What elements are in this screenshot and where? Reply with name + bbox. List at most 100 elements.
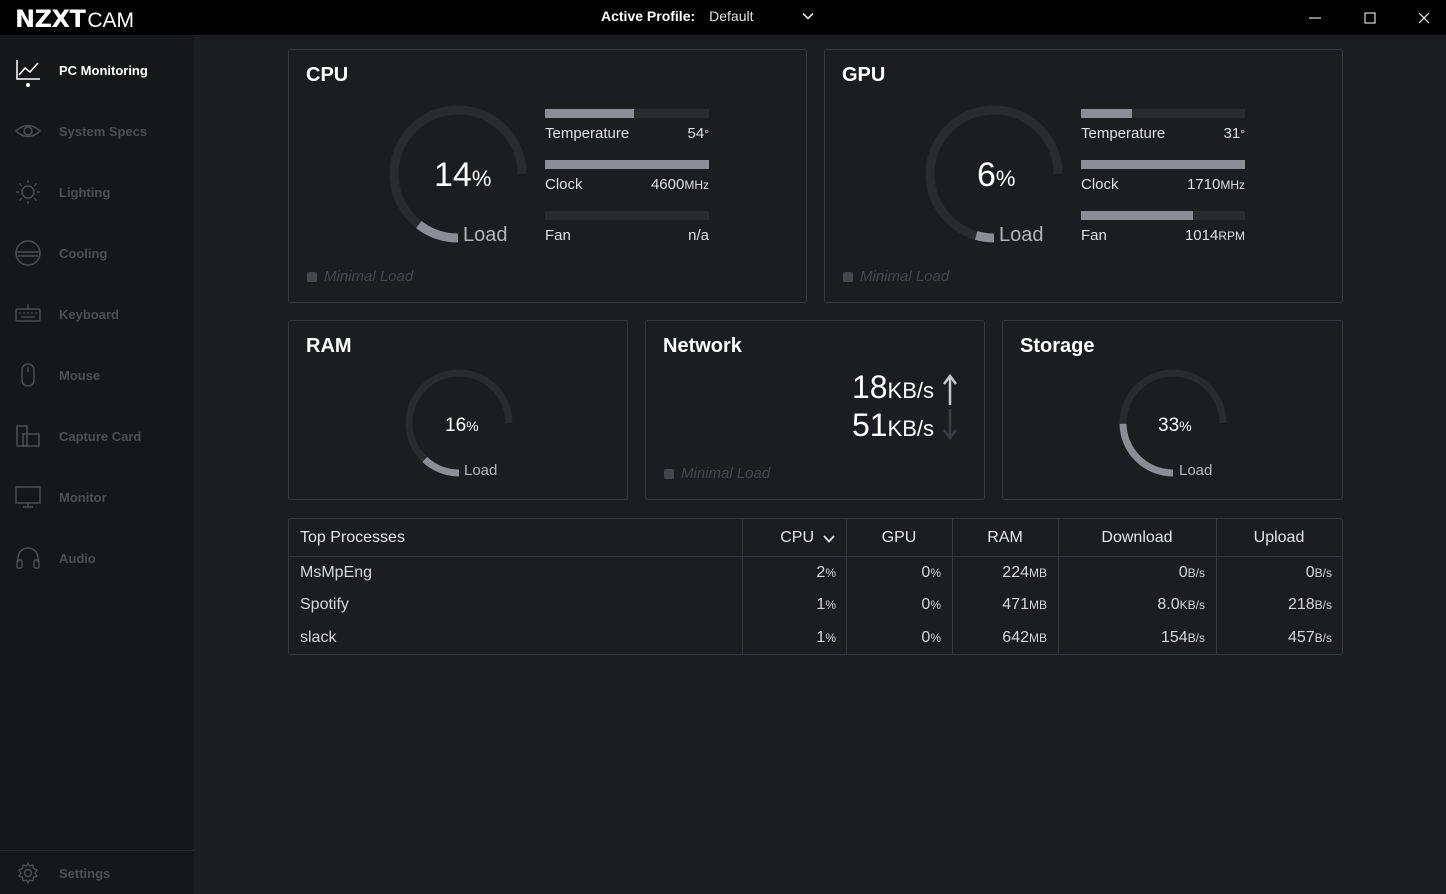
status-square-icon	[307, 271, 317, 282]
ram-load-number: 16	[445, 415, 467, 436]
storage-load-value: 33%	[1158, 415, 1192, 437]
sidebar-item-label: Capture Card	[59, 428, 142, 444]
header-ram[interactable]: RAM	[952, 529, 1058, 547]
gauge-fill	[422, 456, 460, 477]
cpu-load-value: 14%	[434, 156, 491, 195]
headset-icon	[16, 547, 40, 569]
network-title: Network	[663, 335, 742, 357]
nzxt-cam-logo: NZXT CAM	[15, 5, 134, 33]
storage-load-number: 33	[1158, 415, 1180, 436]
gpu-fan-number: 1014	[1184, 227, 1219, 244]
cell-unit: MB	[1029, 598, 1047, 612]
sidebar-item-lighting[interactable]: Lighting	[0, 172, 194, 212]
cpu-clock-number: 4600	[650, 176, 685, 193]
gpu-temperature-number: 31	[1223, 125, 1241, 142]
sidebar-item-mouse[interactable]: Mouse	[0, 355, 194, 395]
cell-gpu: 0%	[846, 629, 941, 647]
gear-icon	[18, 861, 38, 885]
network-card: Network 18KB/s 51KB/s Minimal Load	[645, 320, 985, 500]
cpu-clock-value: 4600MHz	[609, 176, 709, 193]
bar-fill	[1081, 109, 1132, 118]
sidebar-item-audio[interactable]: Audio	[0, 538, 194, 578]
sidebar-item-monitor[interactable]: Monitor	[0, 477, 194, 517]
cell-unit: B/s	[1314, 566, 1332, 580]
sidebar-item-keyboard[interactable]: Keyboard	[0, 294, 194, 334]
cell-unit: %	[930, 566, 941, 580]
sun-icon	[16, 180, 40, 204]
storage-title: Storage	[1020, 335, 1095, 357]
download-arrow-icon	[943, 409, 957, 441]
gpu-status-text: Minimal Load	[860, 268, 950, 285]
ram-load-unit: %	[466, 418, 479, 434]
gpu-title: GPU	[842, 64, 886, 86]
storage-load-unit: %	[1179, 418, 1192, 434]
cell-gpu: 0%	[846, 564, 941, 582]
cell-ram: 642MB	[952, 629, 1047, 647]
cpu-fan-value: n/a	[688, 227, 709, 244]
gpu-status: Minimal Load	[843, 268, 949, 285]
close-button[interactable]	[1397, 0, 1446, 35]
keyboard-icon	[15, 304, 41, 322]
sidebar-item-capture-card[interactable]: Capture Card	[0, 416, 194, 456]
cpu-load-number: 14	[434, 156, 472, 194]
active-profile-label: Active Profile:	[601, 8, 696, 24]
header-upload[interactable]: Upload	[1216, 529, 1342, 547]
cpu-clock-label: Clock	[545, 176, 583, 193]
storage-card: Storage 33% Load	[1002, 320, 1343, 500]
gpu-temperature-label: Temperature	[1081, 125, 1166, 142]
cooler-icon	[15, 240, 41, 266]
mouse-icon	[21, 363, 35, 387]
cell-name: slack	[300, 629, 700, 647]
ram-card: RAM 16% Load	[288, 320, 628, 500]
header-gpu[interactable]: GPU	[846, 529, 952, 547]
gpu-fan-label: Fan	[1081, 227, 1107, 244]
cell-ram: 224MB	[952, 564, 1047, 582]
minimize-button[interactable]	[1288, 0, 1342, 35]
header-download[interactable]: Download	[1058, 529, 1216, 547]
sidebar-item-settings[interactable]: Settings	[0, 853, 194, 893]
chevron-down-icon	[802, 12, 814, 20]
cpu-temperature-bar	[545, 109, 709, 118]
gpu-clock-bar	[1081, 160, 1245, 169]
gpu-load-number: 6	[977, 156, 996, 194]
cell-value: 0	[921, 596, 931, 613]
cpu-load-unit: %	[471, 166, 492, 191]
cpu-clock-unit: MHz	[684, 178, 709, 192]
status-square-icon	[664, 468, 674, 479]
network-download-value: 51KB/s	[852, 407, 934, 444]
ram-title: RAM	[306, 335, 352, 357]
logo-main: NZXT	[15, 5, 86, 33]
cpu-temperature-label: Temperature	[545, 125, 630, 142]
cpu-fan-label: Fan	[545, 227, 571, 244]
cell-unit: B/s	[1187, 631, 1205, 645]
sidebar-item-system-specs[interactable]: System Specs	[0, 111, 194, 151]
table-header: Top Processes CPU GPU RAM Download Uploa…	[289, 519, 1342, 557]
sidebar-item-label: Keyboard	[59, 306, 119, 322]
sidebar-item-label: Mouse	[59, 367, 101, 383]
active-profile-selector[interactable]: Active Profile: Default	[601, 8, 815, 24]
cpu-temperature-number: 54	[687, 125, 705, 142]
gpu-load-unit: %	[995, 166, 1016, 191]
sort-chevron-down-icon[interactable]	[822, 533, 836, 545]
settings-label: Settings	[59, 865, 111, 881]
cell-dl: 0B/s	[1058, 564, 1205, 582]
eye-icon	[14, 124, 42, 138]
capture-card-icon	[16, 425, 40, 447]
cell-ram: 471MB	[952, 596, 1047, 614]
ram-load-label: Load	[464, 462, 498, 479]
gpu-clock-unit: MHz	[1220, 178, 1245, 192]
gpu-fan-bar	[1081, 211, 1245, 220]
top-processes-table: Top Processes CPU GPU RAM Download Uploa…	[288, 518, 1343, 655]
cell-value: 471	[1002, 596, 1029, 613]
cpu-fan-bar	[545, 211, 709, 220]
header-top-processes: Top Processes	[300, 529, 405, 546]
cell-cpu: 1%	[742, 629, 836, 647]
minimize-icon	[1309, 16, 1321, 19]
cell-unit: %	[825, 631, 836, 645]
cell-unit: MB	[1029, 566, 1047, 580]
cell-value: 0	[921, 629, 931, 646]
cell-value: 2	[816, 564, 826, 581]
sidebar-item-cooling[interactable]: Cooling	[0, 233, 194, 273]
cell-unit: %	[930, 631, 941, 645]
maximize-button[interactable]	[1343, 0, 1397, 35]
